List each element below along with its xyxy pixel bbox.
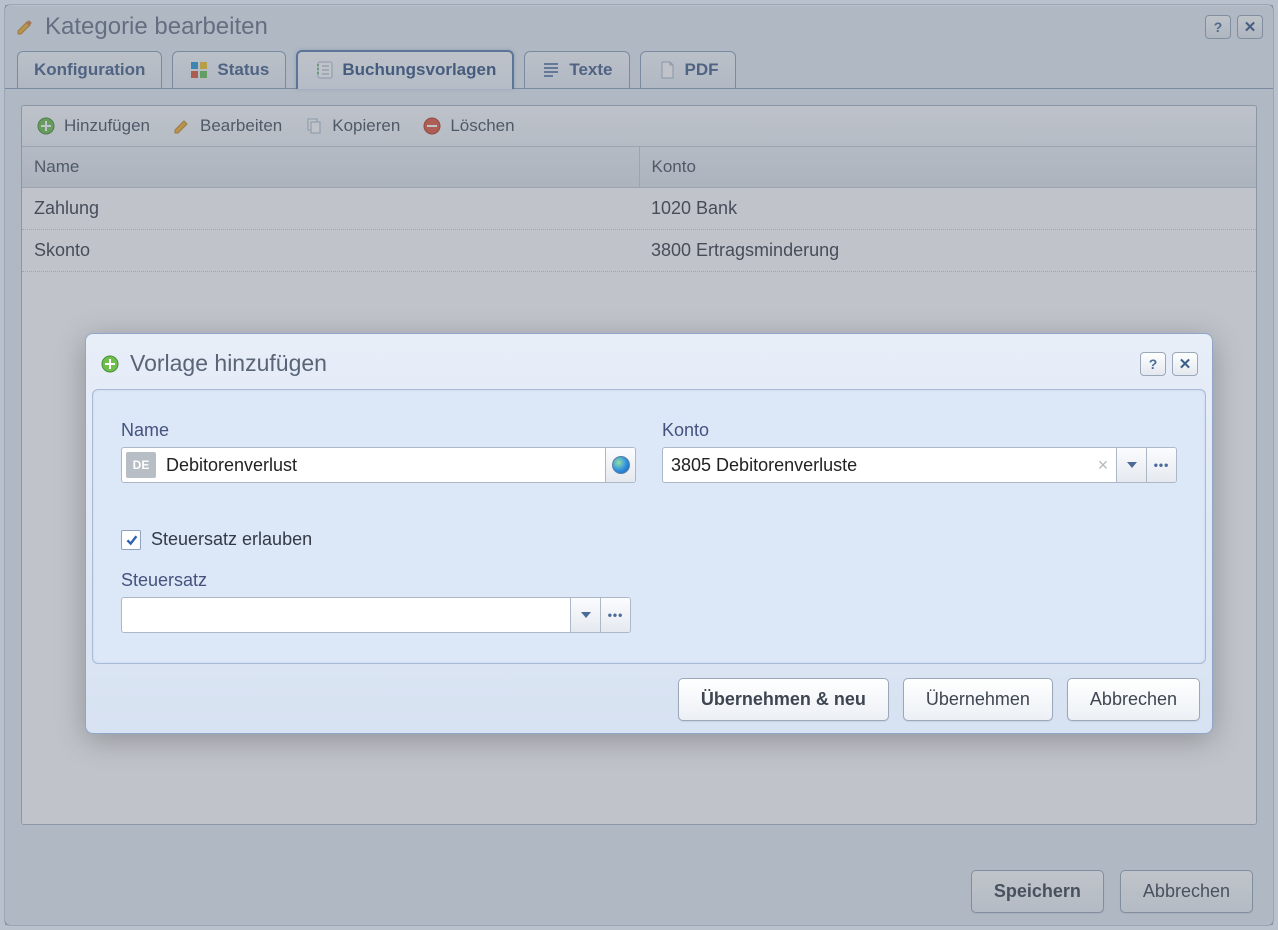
tab-label: PDF (685, 60, 719, 80)
name-input[interactable] (158, 448, 605, 482)
toolbar-label: Bearbeiten (200, 116, 282, 136)
tax-label: Steuersatz (121, 570, 631, 591)
tab-texte[interactable]: Texte (524, 51, 629, 88)
toolbar-label: Löschen (450, 116, 514, 136)
tab-buchungsvorlagen[interactable]: Buchungsvorlagen (296, 50, 514, 89)
apply-button[interactable]: Übernehmen (903, 678, 1053, 721)
toolbar-edit[interactable]: Bearbeiten (172, 116, 282, 136)
tax-lookup-button[interactable]: ••• (600, 598, 630, 632)
more-dots-icon: ••• (1154, 458, 1170, 472)
chevron-down-icon (581, 612, 591, 618)
cell-account: 1020 Bank (639, 188, 1256, 229)
pencil-icon (172, 116, 192, 136)
account-lookup-button[interactable]: ••• (1146, 448, 1176, 482)
allow-tax-checkbox[interactable] (121, 530, 141, 550)
status-squares-icon (189, 60, 209, 80)
add-plus-icon (100, 354, 120, 374)
toolbar-delete[interactable]: Löschen (422, 116, 514, 136)
add-plus-icon (36, 116, 56, 136)
allow-tax-label: Steuersatz erlauben (151, 529, 312, 550)
column-name[interactable]: Name (22, 147, 640, 187)
window-title: Kategorie bearbeiten (45, 13, 268, 41)
globe-icon (612, 456, 630, 474)
list-spiral-icon (314, 60, 334, 80)
cell-name: Zahlung (22, 188, 639, 229)
more-dots-icon: ••• (608, 608, 624, 622)
table-row[interactable]: Skonto 3800 Ertragsminderung (22, 230, 1256, 272)
chevron-down-icon (1127, 462, 1137, 468)
toolbar-add[interactable]: Hinzufügen (36, 116, 150, 136)
tab-bar: Konfiguration Status Buchun (5, 49, 1273, 89)
tax-field-wrap: ••• (121, 597, 631, 633)
cell-account: 3800 Ertragsminderung (639, 230, 1256, 271)
grid-toolbar: Hinzufügen Bearbeiten Kopieren (22, 106, 1256, 147)
close-icon: ✕ (1179, 355, 1192, 373)
account-field-wrap: × ••• (662, 447, 1177, 483)
grid-header: Name Konto (22, 147, 1256, 188)
column-account[interactable]: Konto (640, 147, 1257, 187)
name-field-wrap: DE (121, 447, 636, 483)
tab-pdf[interactable]: PDF (640, 51, 736, 88)
tab-label: Konfiguration (34, 60, 145, 80)
window-header: Kategorie bearbeiten ? ✕ (5, 5, 1273, 49)
pdf-page-icon (657, 60, 677, 80)
tab-status[interactable]: Status (172, 51, 286, 88)
tab-label: Status (217, 60, 269, 80)
apply-and-new-button[interactable]: Übernehmen & neu (678, 678, 889, 721)
clear-account-button[interactable]: × (1090, 448, 1116, 482)
account-dropdown-button[interactable] (1116, 448, 1146, 482)
dialog-close-button[interactable]: ✕ (1172, 352, 1198, 376)
tax-dropdown-button[interactable] (570, 598, 600, 632)
toolbar-copy[interactable]: Kopieren (304, 116, 400, 136)
tab-konfiguration[interactable]: Konfiguration (17, 51, 162, 88)
tab-label: Buchungsvorlagen (342, 60, 496, 80)
text-lines-icon (541, 60, 561, 80)
copy-pages-icon (304, 116, 324, 136)
add-template-dialog: Vorlage hinzufügen ? ✕ Name DE (85, 333, 1213, 734)
save-button[interactable]: Speichern (971, 870, 1104, 913)
name-label: Name (121, 420, 636, 441)
toolbar-label: Hinzufügen (64, 116, 150, 136)
close-button[interactable]: ✕ (1237, 15, 1263, 39)
translations-button[interactable] (605, 448, 635, 482)
checkmark-icon (125, 533, 138, 546)
footer-buttons: Speichern Abbrechen (5, 858, 1273, 925)
toolbar-label: Kopieren (332, 116, 400, 136)
account-input[interactable] (663, 448, 1090, 482)
edit-pencil-icon (15, 17, 35, 37)
table-row[interactable]: Zahlung 1020 Bank (22, 188, 1256, 230)
cancel-button[interactable]: Abbrechen (1120, 870, 1253, 913)
help-button[interactable]: ? (1205, 15, 1231, 39)
dialog-help-button[interactable]: ? (1140, 352, 1166, 376)
delete-minus-icon (422, 116, 442, 136)
tax-input[interactable] (122, 598, 570, 632)
tab-label: Texte (569, 60, 612, 80)
dialog-cancel-button[interactable]: Abbrechen (1067, 678, 1200, 721)
cell-name: Skonto (22, 230, 639, 271)
close-icon: ✕ (1244, 18, 1257, 36)
language-badge[interactable]: DE (126, 452, 156, 478)
account-label: Konto (662, 420, 1177, 441)
dialog-title: Vorlage hinzufügen (130, 350, 327, 377)
